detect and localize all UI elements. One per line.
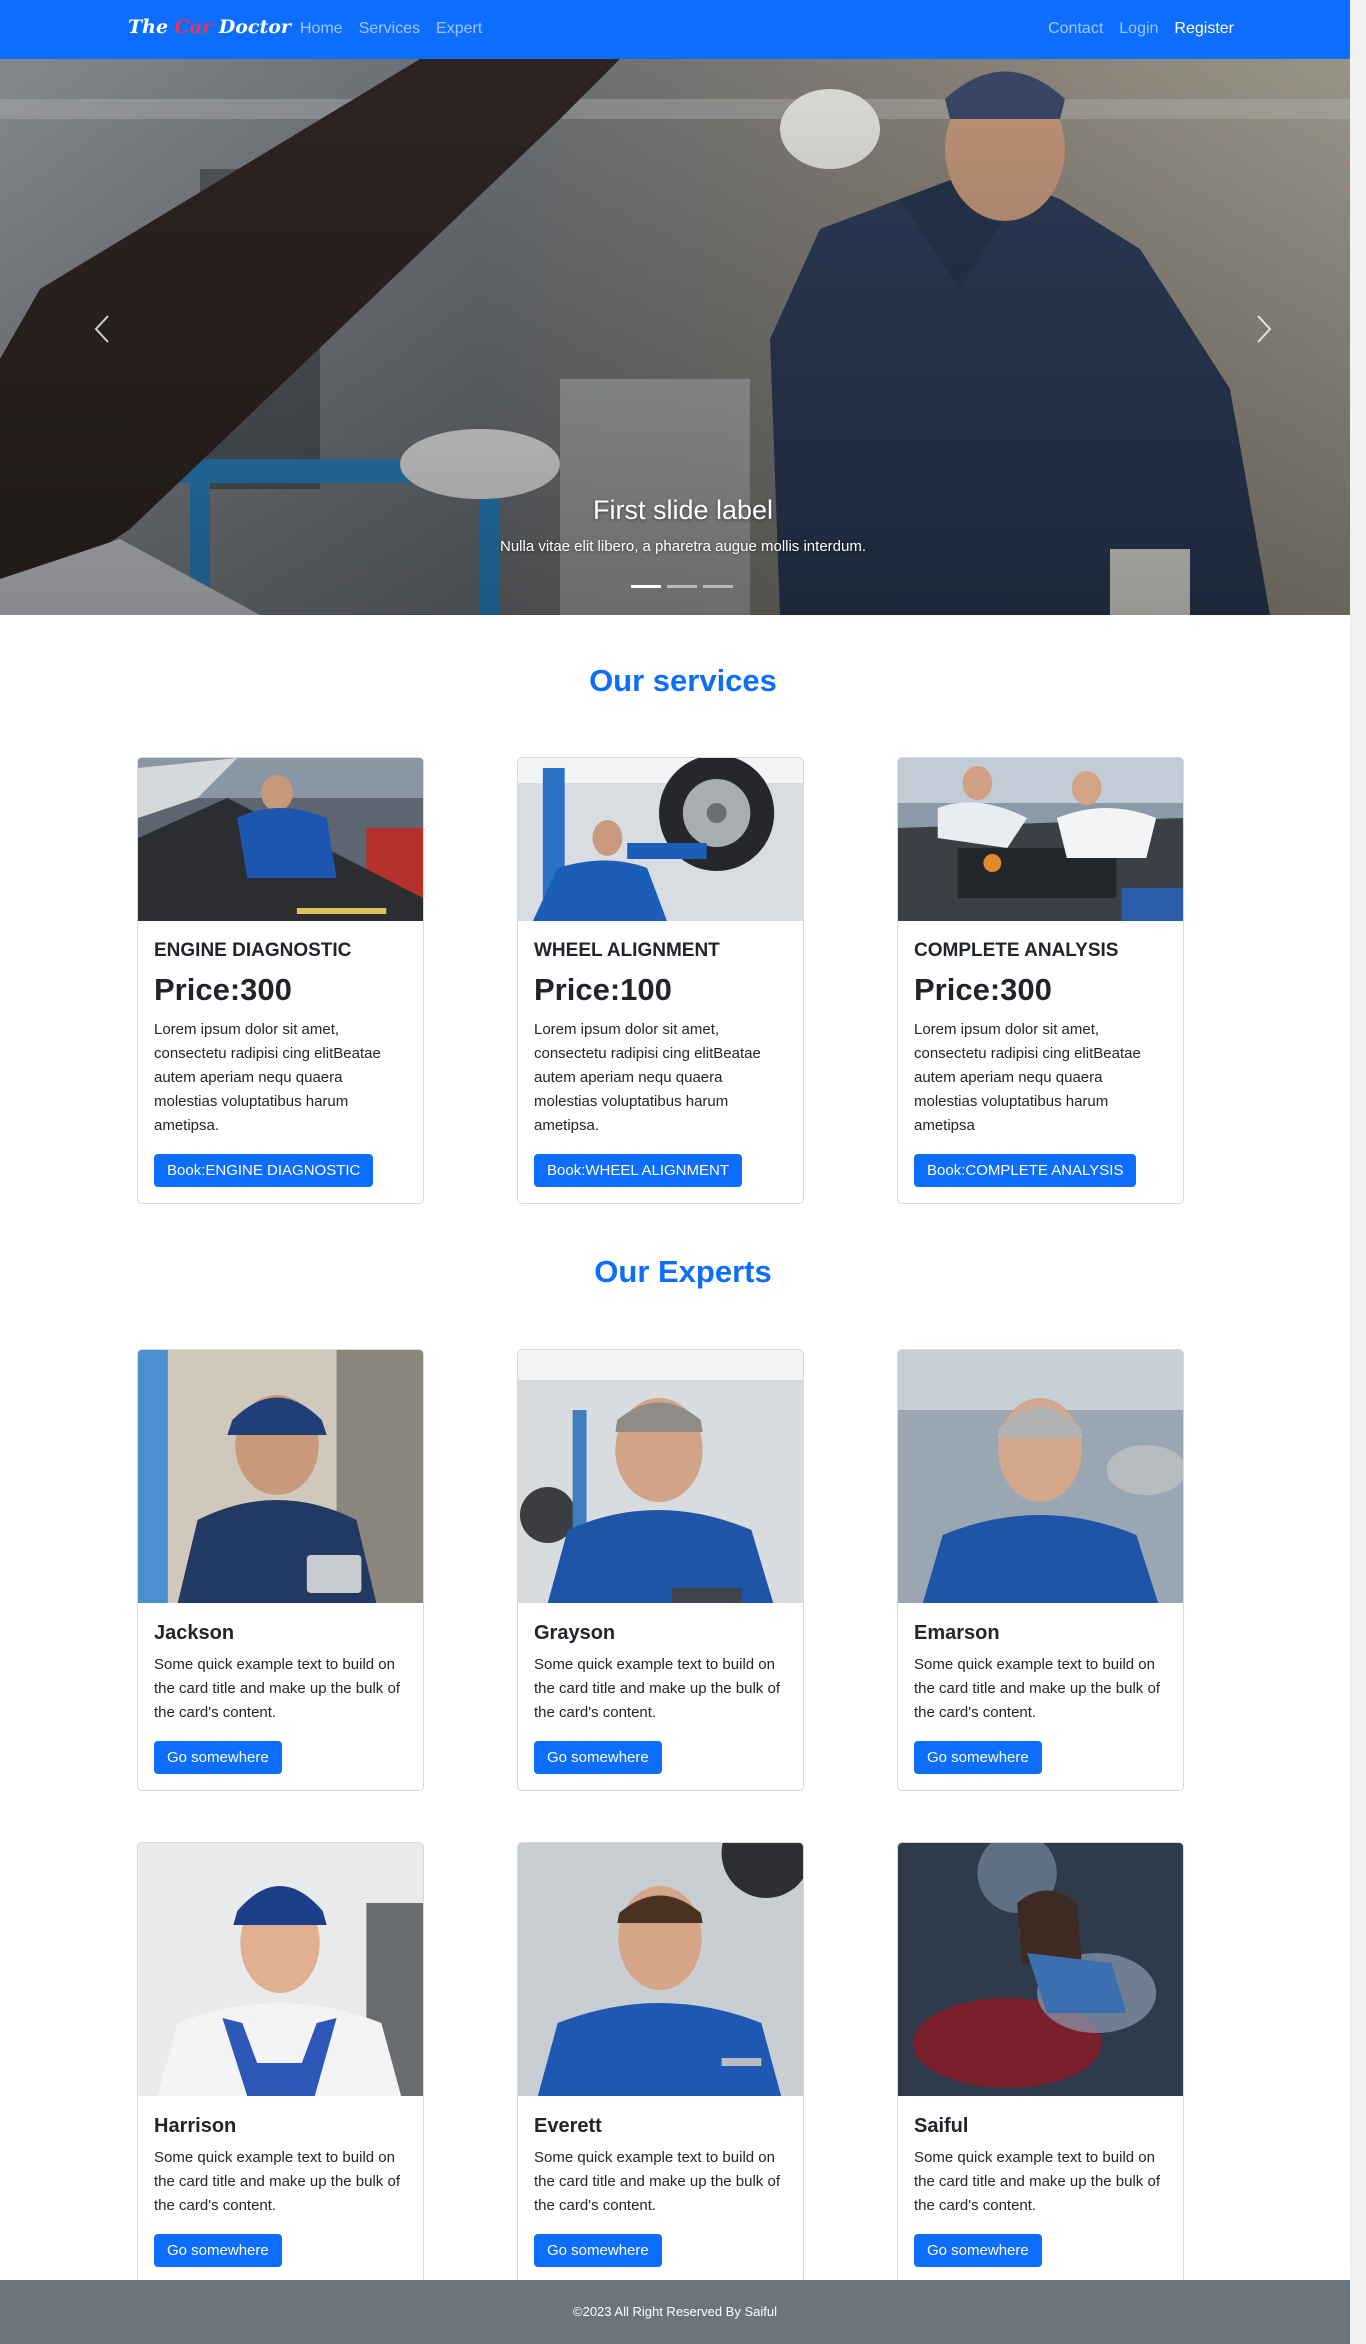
go-somewhere-button[interactable]: Go somewhere [534,2234,662,2267]
go-somewhere-button[interactable]: Go somewhere [154,1741,282,1774]
go-somewhere-button[interactable]: Go somewhere [914,1741,1042,1774]
expert-photo-saiful [898,1843,1183,2096]
service-card-body: ENGINE DIAGNOSTIC Price:300 Lorem ipsum … [138,921,423,1203]
book-wheel-alignment-button[interactable]: Book:WHEEL ALIGNMENT [534,1154,742,1187]
expert-name: Jackson [154,1622,235,1644]
brand-word-doctor: Doctor [218,16,291,38]
carousel-next-button[interactable] [1234,299,1294,359]
nav-link-register[interactable]: Register [1174,20,1234,38]
book-engine-diagnostic-button[interactable]: Book:ENGINE DIAGNOSTIC [154,1154,374,1187]
experts-heading: Our Experts [594,1254,772,1289]
carousel-prev-button[interactable] [72,299,132,359]
expert-card-emarson: Emarson Some quick example text to build… [897,1349,1184,1791]
service-card-wheel-alignment: WHEEL ALIGNMENT Price:100 Lorem ipsum do… [517,757,804,1204]
expert-card-everett: Everett Some quick example text to build… [517,1842,804,2284]
expert-photo-everett [518,1843,803,2096]
expert-description: Some quick example text to build on the … [154,2149,400,2214]
navbar: The Car Doctor Home Services Expert Cont… [0,0,1366,59]
expert-description: Some quick example text to build on the … [914,2149,1160,2214]
nav-right-links: Contact Login Register [1048,20,1234,38]
carousel-indicators [631,585,733,588]
expert-name: Everett [534,2115,602,2137]
carousel-caption-title: First slide label [592,495,774,525]
brand-word-the: The [128,16,169,38]
expert-name: Harrison [154,2115,237,2137]
carousel-indicator-3[interactable] [703,585,733,588]
service-description: Lorem ipsum dolor sit amet, consectetu r… [534,1021,761,1134]
service-description: Lorem ipsum dolor sit amet, consectetu r… [914,1021,1141,1134]
expert-card-body: Everett Some quick example text to build… [518,2096,803,2283]
brand-logo[interactable]: The Car Doctor [128,16,291,38]
expert-card-saiful: Saiful Some quick example text to build … [897,1842,1184,2284]
service-price: Price:300 [914,972,1052,1007]
service-image-wheel-alignment [518,758,803,921]
expert-card-body: Harrison Some quick example text to buil… [138,2096,423,2283]
chevron-left-icon [94,315,109,343]
expert-card-body: Jackson Some quick example text to build… [138,1603,423,1790]
service-title: WHEEL ALIGNMENT [534,940,720,961]
service-card-body: COMPLETE ANALYSIS Price:300 Lorem ipsum … [898,921,1183,1203]
carousel-caption-text: Nulla vitae elit libero, a pharetra augu… [499,538,867,555]
footer-copyright: ©2023 All Right Reserved By Saiful [573,2304,777,2319]
expert-card-jackson: Jackson Some quick example text to build… [137,1349,424,1791]
service-price: Price:100 [534,972,672,1007]
expert-name: Emarson [914,1622,1000,1644]
service-card-body: WHEEL ALIGNMENT Price:100 Lorem ipsum do… [518,921,803,1203]
hero-carousel: First slide label Nulla vitae elit liber… [0,59,1366,615]
service-title: COMPLETE ANALYSIS [914,940,1119,961]
expert-name: Grayson [534,1622,616,1644]
expert-card-body: Emarson Some quick example text to build… [898,1603,1183,1790]
carousel-indicator-1[interactable] [631,585,661,588]
service-card-engine-diagnostic: ENGINE DIAGNOSTIC Price:300 Lorem ipsum … [137,757,424,1204]
service-image-complete-analysis [898,758,1183,921]
service-card-complete-analysis: COMPLETE ANALYSIS Price:300 Lorem ipsum … [897,757,1184,1204]
service-price: Price:300 [154,972,292,1007]
expert-description: Some quick example text to build on the … [154,1656,400,1721]
expert-photo-harrison [138,1843,423,2096]
nav-link-expert[interactable]: Expert [436,20,482,38]
expert-card-harrison: Harrison Some quick example text to buil… [137,1842,424,2284]
footer: ©2023 All Right Reserved By Saiful [0,2280,1350,2344]
nav-link-contact[interactable]: Contact [1048,20,1103,38]
service-description: Lorem ipsum dolor sit amet, consectetu r… [154,1021,381,1134]
go-somewhere-button[interactable]: Go somewhere [154,2234,282,2267]
expert-photo-emarson [898,1350,1183,1603]
page-scrollbar[interactable] [1350,0,1366,2344]
expert-photo-grayson [518,1350,803,1603]
expert-name: Saiful [914,2115,969,2137]
nav-link-login[interactable]: Login [1119,20,1158,38]
go-somewhere-button[interactable]: Go somewhere [914,2234,1042,2267]
service-image-engine-diagnostic [138,758,423,921]
book-complete-analysis-button[interactable]: Book:COMPLETE ANALYSIS [914,1154,1137,1187]
carousel-indicator-2[interactable] [667,585,697,588]
nav-link-home[interactable]: Home [300,20,343,38]
carousel-caption: First slide label Nulla vitae elit liber… [0,495,1366,555]
nav-link-services[interactable]: Services [359,20,420,38]
service-title: ENGINE DIAGNOSTIC [154,940,352,961]
nav-left-links: Home Services Expert [300,20,482,38]
brand-word-car: Car [174,16,213,38]
chevron-right-icon [1257,315,1272,343]
expert-card-body: Saiful Some quick example text to build … [898,2096,1183,2283]
expert-photo-jackson [138,1350,423,1603]
expert-card-body: Grayson Some quick example text to build… [518,1603,803,1790]
expert-description: Some quick example text to build on the … [534,2149,780,2214]
expert-description: Some quick example text to build on the … [534,1656,780,1721]
services-heading: Our services [589,663,777,698]
expert-card-grayson: Grayson Some quick example text to build… [517,1349,804,1791]
go-somewhere-button[interactable]: Go somewhere [534,1741,662,1774]
expert-description: Some quick example text to build on the … [914,1656,1160,1721]
